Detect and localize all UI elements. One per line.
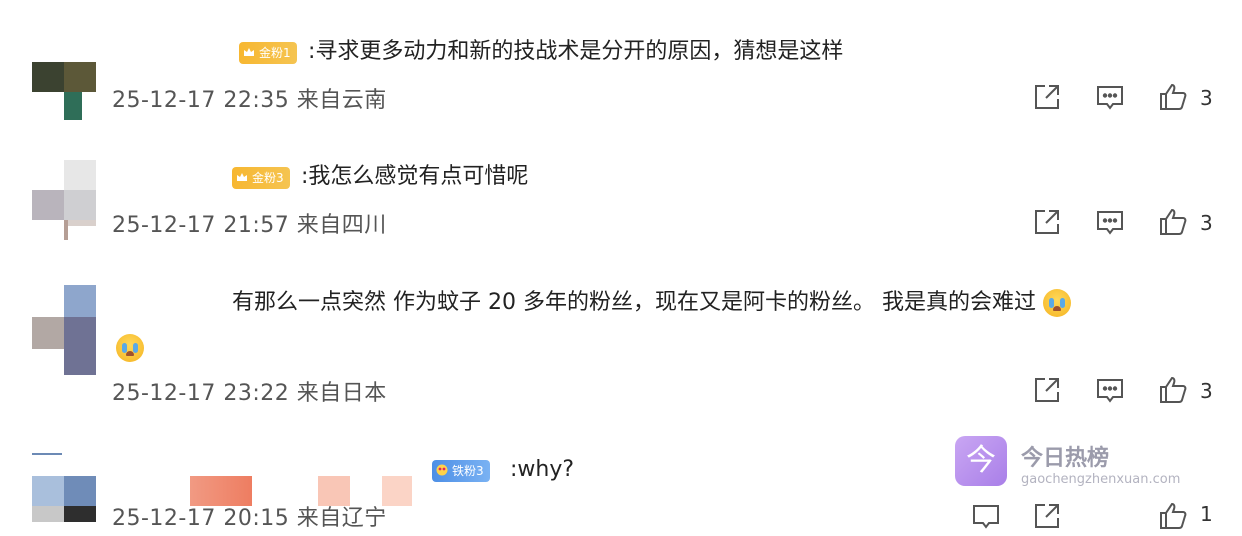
comment-icon [973,505,999,529]
watermark-logo: 今 [955,436,1007,486]
like-count: 1 [1200,502,1213,526]
fan-badge: 铁粉3 [432,460,490,482]
comment-meta: 25-12-17 20:15 来自辽宁 [112,506,387,531]
thumbs-up-icon [1160,502,1187,529]
watermark: 今 今日热榜 gaochengzhenxuan.com [955,436,1215,496]
share-icon [1035,504,1059,528]
watermark-title: 今日热榜 [1021,446,1110,471]
watermark-subtitle: gaochengzhenxuan.com [1021,472,1181,487]
comment-text: :why? [510,457,575,482]
heart-eyes-icon [436,464,448,476]
share-button[interactable] [1031,500,1063,532]
badge-label: 铁粉3 [452,464,484,478]
like-button[interactable] [1157,500,1189,532]
reply-button[interactable] [970,500,1002,532]
avatar[interactable] [32,448,96,522]
